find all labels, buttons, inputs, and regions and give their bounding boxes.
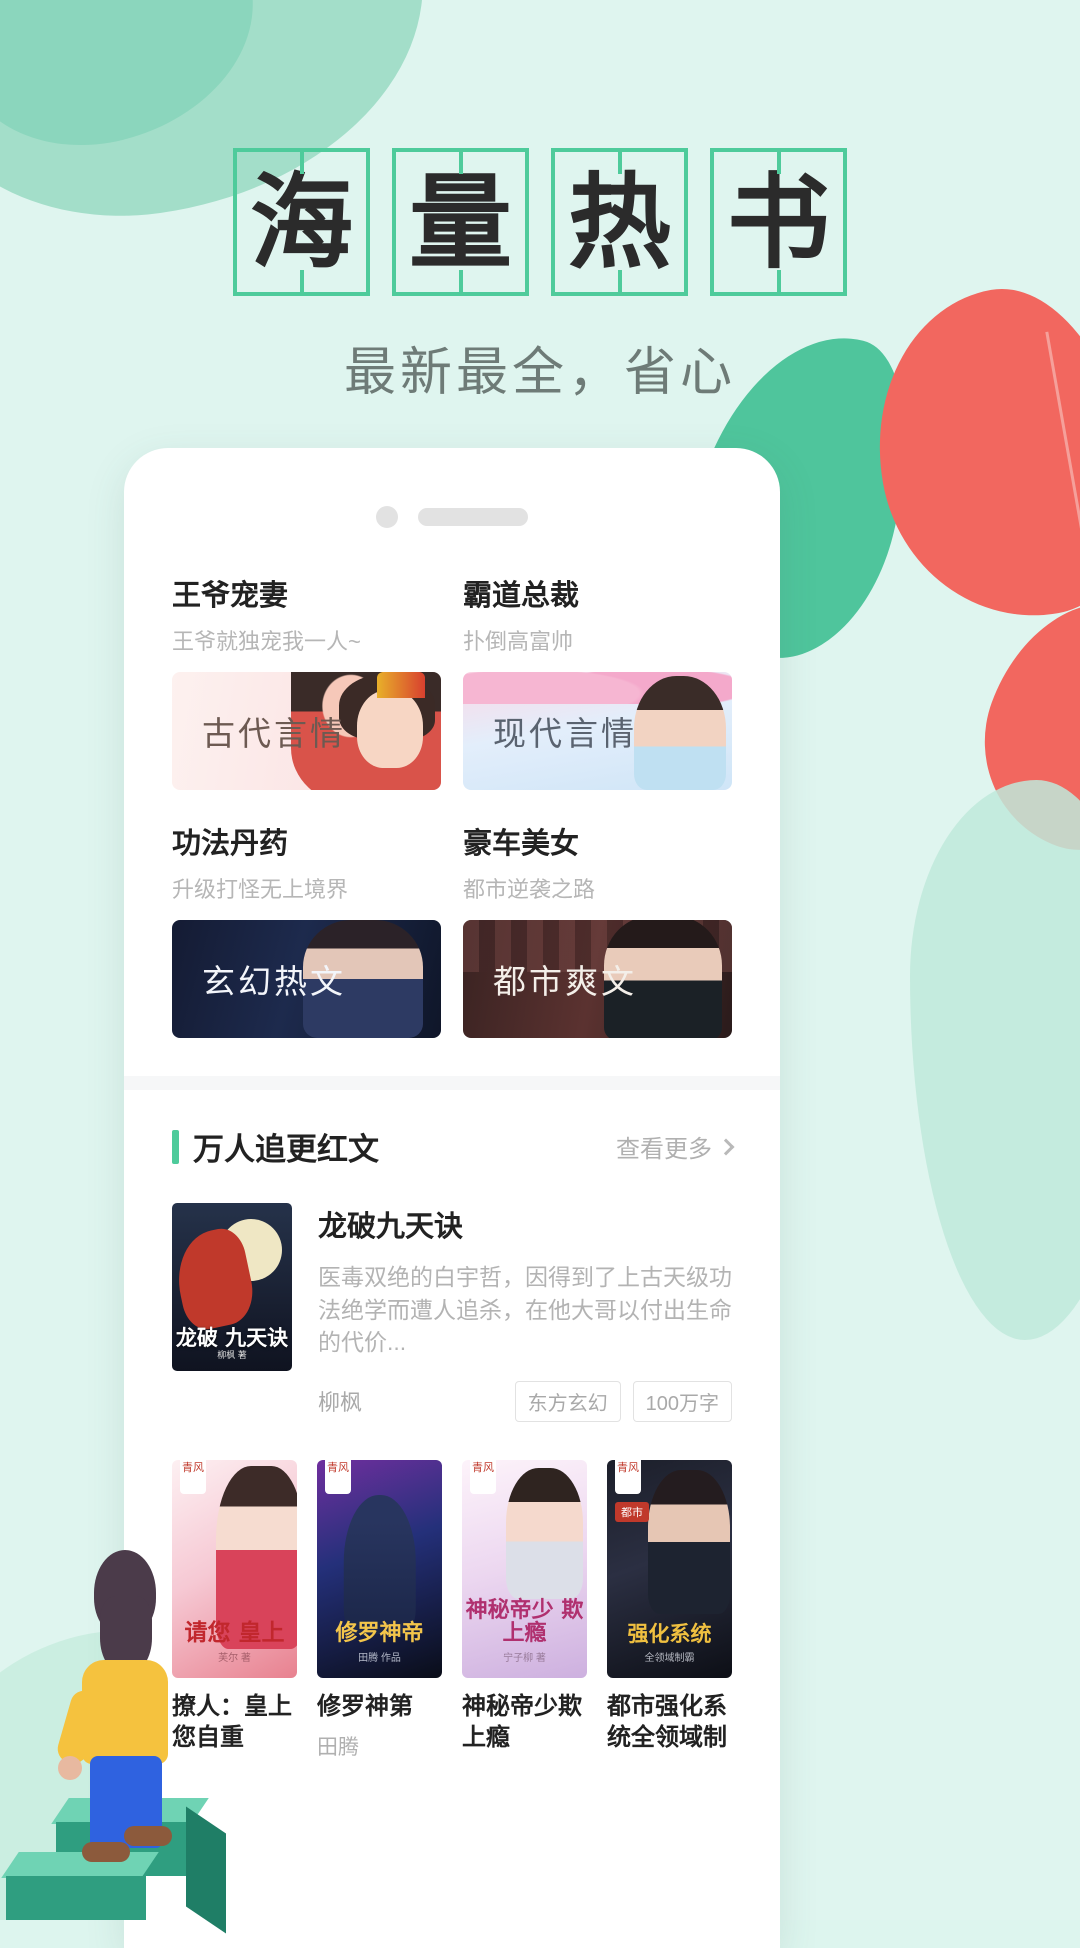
category-subtitle: 都市逆袭之路 — [463, 877, 596, 902]
right-pale-blob — [910, 780, 1080, 1340]
book-card-3[interactable]: 青风 神秘帝少 欺上瘾 宁子柳 著 神秘帝少欺上瘾 — [462, 1459, 587, 1762]
wordcount-tag: 100万字 — [632, 1380, 732, 1422]
category-title: 豪车美女 — [463, 828, 580, 860]
banner-label: 玄幻热文 — [202, 962, 346, 1001]
person-shoe-left — [82, 1842, 130, 1862]
ancient-woman-crown — [377, 672, 425, 698]
chevron-right-icon — [717, 1138, 735, 1155]
featured-book-info: 龙破九天诀 医毒双绝的白宇哲，因得到了上古天级功法绝学而遭人追杀，在他大哥以付出… — [318, 1203, 732, 1422]
category-card-1[interactable]: 王爷宠妻 王爷就独宠我一人~ 古代言情 — [172, 572, 441, 790]
cover-title-text: 修罗神帝 — [335, 1619, 424, 1646]
book-title: 神秘帝少欺上瘾 — [462, 1692, 582, 1751]
book-title: 都市强化系统全领域制霸 — [607, 1692, 727, 1751]
headline-char-2: 量 — [409, 161, 512, 283]
book-title: 修罗神第 — [317, 1692, 413, 1720]
featured-book-title: 龙破九天诀 — [318, 1211, 464, 1243]
book-author: 田腾 — [317, 1735, 359, 1759]
headline-box-3: 热 — [551, 148, 688, 296]
featured-badge-icon: 青风 — [615, 1459, 641, 1494]
headline-char-4: 书 — [727, 161, 830, 283]
person-shoe-right — [124, 1826, 172, 1846]
book-card-4[interactable]: 青风 都市 强化系统 全领域制霸 都市强化系统全领域制霸 — [607, 1459, 732, 1762]
cover-title-text: 龙破 九天诀 — [175, 1324, 289, 1350]
category-badge: 都市 — [615, 1501, 649, 1522]
category-subtitle: 扑倒高富帅 — [463, 629, 574, 654]
hot-books-section-header: 万人追更红文 查看更多 — [124, 1090, 780, 1169]
person-hand — [58, 1756, 82, 1780]
featured-book-meta: 柳枫 东方玄幻 100万字 — [318, 1380, 732, 1422]
category-card-4[interactable]: 豪车美女 都市逆袭之路 都市爽文 — [463, 820, 732, 1038]
book-cover[interactable]: 青风 修罗神帝 田腾 作品 — [317, 1459, 442, 1678]
featured-book-tags: 东方玄幻 100万字 — [514, 1380, 732, 1422]
headline-box-4: 书 — [710, 148, 847, 296]
cover-byline-text: 田腾 作品 — [358, 1652, 401, 1664]
camera-dot-icon — [376, 506, 398, 528]
section-title-group: 万人追更红文 — [172, 1124, 379, 1169]
step-front-2 — [6, 1876, 146, 1920]
category-subtitle: 升级打怪无上境界 — [172, 877, 349, 902]
featured-badge-icon: 青风 — [325, 1459, 351, 1494]
category-title: 功法丹药 — [172, 828, 289, 860]
ancient-woman-face — [357, 690, 423, 768]
cover-figure-graphic — [647, 1469, 730, 1614]
cover-byline-text: 柳枫 著 — [217, 1350, 247, 1360]
featured-book-cover[interactable]: 龙破 九天诀 柳枫 著 — [172, 1203, 292, 1371]
phone-mockup: 王爷宠妻 王爷就独宠我一人~ 古代言情 霸道总裁 扑倒高富帅 现代言情 功法丹药… — [124, 448, 780, 1948]
category-banner-urban[interactable]: 都市爽文 — [463, 920, 732, 1038]
section-accent-bar — [172, 1129, 179, 1164]
headline-char-3: 热 — [568, 161, 671, 283]
section-title: 万人追更红文 — [193, 1132, 379, 1167]
headline-char-1: 海 — [250, 161, 353, 283]
section-divider — [124, 1076, 780, 1090]
featured-badge-icon: 青风 — [470, 1459, 496, 1494]
right-red-leaf — [853, 270, 1080, 640]
view-more-label: 查看更多 — [616, 1136, 712, 1163]
book-card-2[interactable]: 青风 修罗神帝 田腾 作品 修罗神第 田腾 — [317, 1459, 442, 1762]
category-title: 王爷宠妻 — [172, 580, 289, 612]
category-banner-modern-romance[interactable]: 现代言情 — [463, 672, 732, 790]
headline-box-1: 海 — [233, 148, 370, 296]
book-grid: 青风 请您 皇上 芙尔 著 撩人：皇上您自重 青风 修罗神帝 田腾 作品 修罗神… — [124, 1422, 780, 1762]
featured-book-row[interactable]: 龙破 九天诀 柳枫 著 龙破九天诀 医毒双绝的白宇哲，因得到了上古天级功法绝学而… — [124, 1169, 780, 1422]
phone-notch — [124, 448, 780, 528]
banner-label: 都市爽文 — [493, 962, 637, 1001]
view-more-link[interactable]: 查看更多 — [616, 1129, 735, 1164]
cover-byline-text: 宁子柳 著 — [503, 1652, 546, 1664]
category-card-2[interactable]: 霸道总裁 扑倒高富帅 现代言情 — [463, 572, 732, 790]
category-card-3[interactable]: 功法丹药 升级打怪无上境界 玄幻热文 — [172, 820, 441, 1038]
category-banner-ancient-romance[interactable]: 古代言情 — [172, 672, 441, 790]
speaker-bar-icon — [418, 508, 528, 526]
cover-byline-text: 芙尔 著 — [218, 1652, 251, 1664]
featured-book-author: 柳枫 — [318, 1390, 363, 1416]
featured-book-description: 医毒双绝的白宇哲，因得到了上古天级功法绝学而遭人追杀，在他大哥以付出生命的代价.… — [318, 1264, 732, 1356]
cover-figure-graphic — [505, 1467, 583, 1599]
cover-byline-text: 全领域制霸 — [644, 1652, 695, 1664]
category-grid: 王爷宠妻 王爷就独宠我一人~ 古代言情 霸道总裁 扑倒高富帅 现代言情 功法丹药… — [124, 528, 780, 1038]
book-cover[interactable]: 青风 神秘帝少 欺上瘾 宁子柳 著 — [462, 1459, 587, 1678]
headline-box-2: 量 — [392, 148, 529, 296]
modern-woman-illustration — [634, 676, 726, 790]
hero-subtitle: 最新最全，省心 — [343, 344, 736, 402]
cover-title-text: 神秘帝少 欺上瘾 — [465, 1597, 584, 1646]
featured-badge-icon: 青风 — [180, 1459, 206, 1494]
book-cover[interactable]: 青风 都市 强化系统 全领域制霸 — [607, 1459, 732, 1678]
cover-title-text: 强化系统 — [627, 1620, 712, 1646]
cover-title-text: 请您 皇上 — [184, 1618, 285, 1646]
banner-label: 现代言情 — [493, 714, 637, 753]
category-banner-fantasy[interactable]: 玄幻热文 — [172, 920, 441, 1038]
cover-figure-graphic — [343, 1494, 416, 1635]
category-subtitle: 王爷就独宠我一人~ — [172, 629, 361, 654]
hero-headline: 海 量 热 书 — [0, 148, 1080, 296]
person-illustration — [48, 1550, 208, 1880]
genre-tag: 东方玄幻 — [514, 1380, 621, 1422]
category-title: 霸道总裁 — [463, 580, 580, 612]
banner-label: 古代言情 — [202, 714, 346, 753]
